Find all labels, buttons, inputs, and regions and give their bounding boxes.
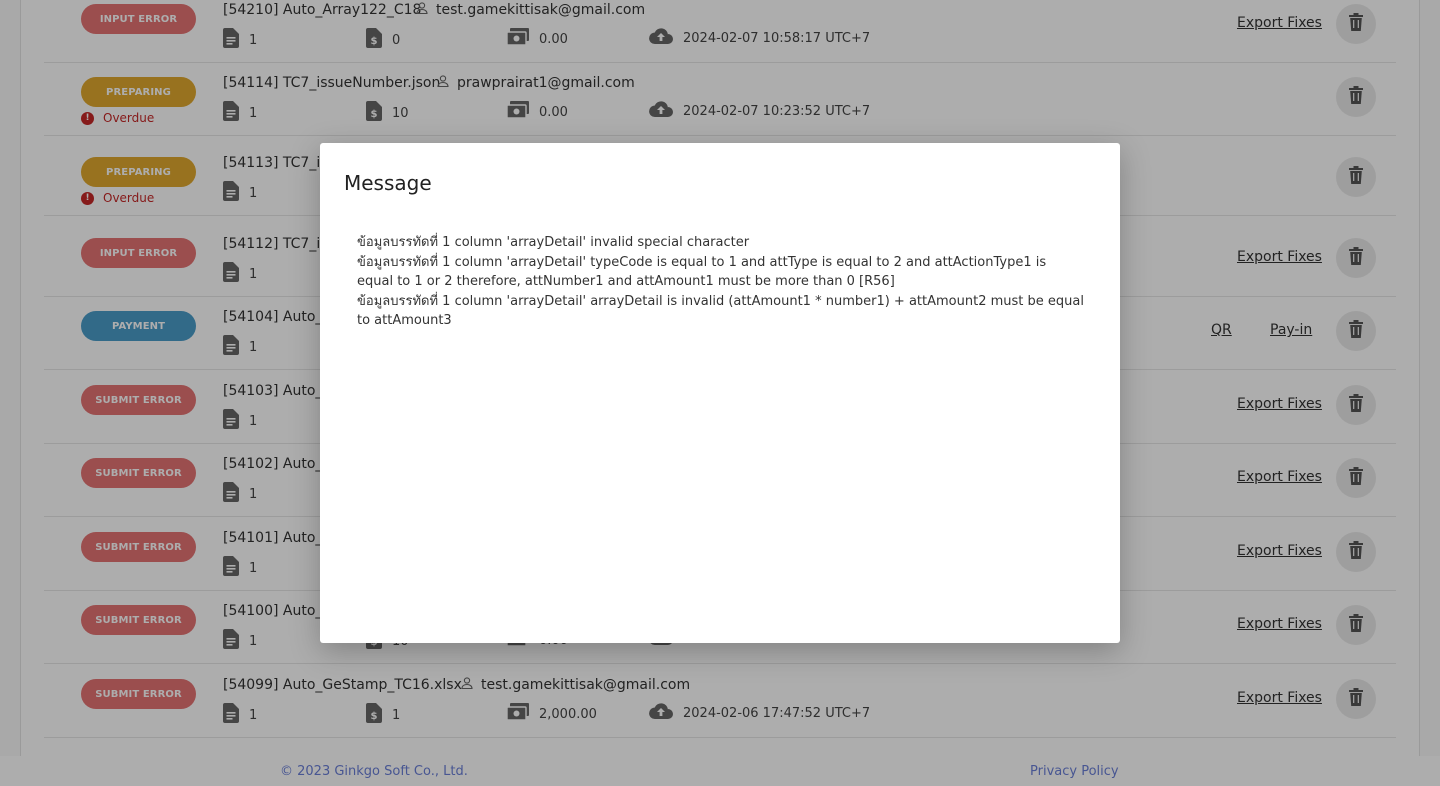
message-line: ข้อมูลบรรทัดที่ 1 column 'arrayDetail' a…: [357, 293, 1084, 329]
dialog-body: ข้อมูลบรรทัดที่ 1 column 'arrayDetail' i…: [357, 233, 1085, 331]
message-dialog: Message ข้อมูลบรรทัดที่ 1 column 'arrayD…: [320, 143, 1120, 643]
dialog-title: Message: [344, 171, 432, 195]
message-line: ข้อมูลบรรทัดที่ 1 column 'arrayDetail' i…: [357, 235, 750, 250]
message-line: ข้อมูลบรรทัดที่ 1 column 'arrayDetail' t…: [357, 254, 1047, 290]
